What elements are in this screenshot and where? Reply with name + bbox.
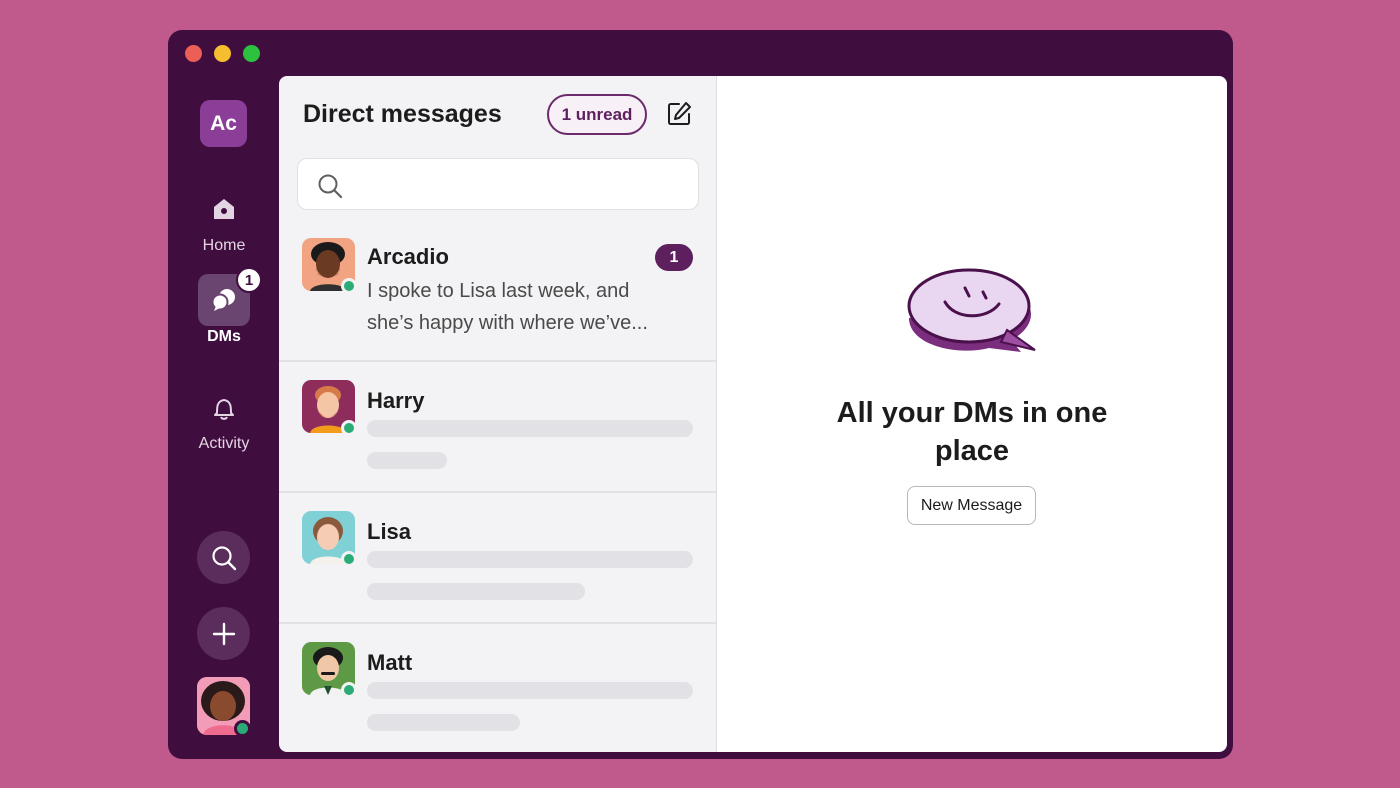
dms-unread-badge: 1 xyxy=(236,267,262,293)
user-status-indicator xyxy=(234,720,251,737)
panel-title: Direct messages xyxy=(303,100,502,128)
compose-icon xyxy=(668,102,691,125)
conversation-name: Arcadio xyxy=(367,244,449,269)
sidebar-item-home[interactable]: Home xyxy=(190,183,258,255)
close-window-button[interactable] xyxy=(185,45,202,62)
empty-state-title: All your DMs in one place xyxy=(836,397,1108,467)
search-input[interactable] xyxy=(354,169,684,201)
conversation-name: Lisa xyxy=(367,519,412,544)
search-bar[interactable] xyxy=(297,158,699,210)
home-icon xyxy=(198,183,250,235)
message-preview-placeholder xyxy=(367,682,693,699)
add-button[interactable] xyxy=(197,607,250,660)
search-icon xyxy=(211,545,236,570)
sidebar-item-activity[interactable]: Activity xyxy=(190,381,258,453)
message-preview-placeholder xyxy=(367,583,585,600)
conversation-row-lisa[interactable]: Lisa xyxy=(279,493,716,624)
message-preview-placeholder xyxy=(367,420,693,437)
plus-icon xyxy=(212,622,235,645)
sidebar-item-label: DMs xyxy=(207,328,241,345)
online-status-indicator xyxy=(341,278,357,294)
conversation-name: Harry xyxy=(367,388,425,413)
online-status-indicator xyxy=(341,682,357,698)
minimize-window-button[interactable] xyxy=(214,45,231,62)
zoom-window-button[interactable] xyxy=(243,45,260,62)
main-panel: All your DMs in one place New Message xyxy=(717,76,1227,752)
workspace-icon[interactable]: Ac xyxy=(200,100,247,147)
sidebar-search-button[interactable] xyxy=(197,531,250,584)
unread-count-badge: 1 xyxy=(655,244,693,271)
dms-icon: 1 xyxy=(198,267,262,326)
conversation-row-harry[interactable]: Harry xyxy=(279,362,716,493)
sidebar-item-label: Home xyxy=(202,237,246,254)
app-window: Ac Home 1 DMs Activity Direct messages 1… xyxy=(168,30,1233,759)
sidebar-item-label: Activity xyxy=(198,435,250,452)
conversation-name: Matt xyxy=(367,650,413,675)
conversation-row-matt[interactable]: Matt xyxy=(279,624,716,752)
user-avatar[interactable] xyxy=(197,677,251,737)
unread-filter-button[interactable]: 1 unread xyxy=(547,94,647,135)
new-message-button[interactable]: New Message xyxy=(907,486,1036,525)
message-preview-placeholder xyxy=(367,714,520,731)
online-status-indicator xyxy=(341,551,357,567)
message-preview-placeholder xyxy=(367,551,693,568)
bell-icon xyxy=(198,381,250,433)
message-preview: I spoke to Lisa last week, and she’s hap… xyxy=(367,280,648,334)
search-icon xyxy=(318,174,343,199)
message-preview-placeholder xyxy=(367,452,447,469)
compose-button[interactable] xyxy=(663,98,695,130)
sidebar-item-dms[interactable]: 1 DMs xyxy=(190,267,262,346)
dm-list-panel: Direct messages 1 unread Arcadio I spoke… xyxy=(279,76,717,752)
online-status-indicator xyxy=(341,420,357,436)
conversation-row-arcadio[interactable]: Arcadio I spoke to Lisa last week, and s… xyxy=(279,224,716,362)
dm-bubble-illustration xyxy=(907,268,1036,352)
